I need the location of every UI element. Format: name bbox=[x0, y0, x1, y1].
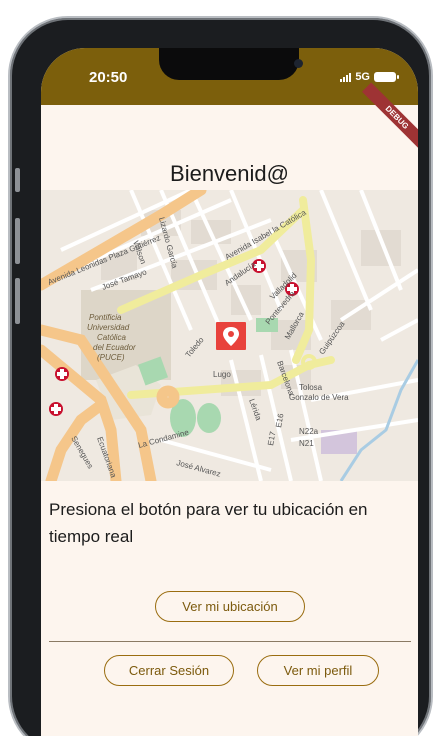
network-type: 5G bbox=[355, 71, 370, 83]
location-marker-icon bbox=[216, 322, 246, 350]
label-university-1: Pontificia bbox=[89, 313, 122, 322]
page-title: Bienvenid@ bbox=[170, 161, 289, 186]
phone-frame: 20:50 5G DEBUG Bienvenid@ Avenida Isabel… bbox=[8, 16, 433, 736]
volume-down-button bbox=[15, 278, 20, 324]
screen: 20:50 5G DEBUG Bienvenid@ Avenida Isabel… bbox=[41, 48, 418, 736]
label-university-4: del Ecuador bbox=[93, 343, 136, 352]
mute-switch bbox=[15, 168, 20, 192]
cerrar-sesion-button[interactable]: Cerrar Sesión bbox=[104, 655, 234, 686]
status-bar: 20:50 5G bbox=[41, 48, 418, 105]
status-icons: 5G bbox=[340, 71, 399, 83]
divider bbox=[49, 641, 411, 642]
label-n21: N21 bbox=[299, 439, 314, 448]
label-tolosa: Tolosa bbox=[299, 383, 323, 392]
status-time: 20:50 bbox=[89, 69, 128, 86]
notch bbox=[159, 48, 303, 80]
label-lugo: Lugo bbox=[213, 370, 231, 379]
volume-up-button bbox=[15, 218, 20, 264]
label-university-3: Católica bbox=[97, 333, 126, 342]
label-n22a: N22a bbox=[299, 427, 319, 436]
label-university-2: Universidad bbox=[87, 323, 130, 332]
info-text: Presiona el botón para ver tu ubicación … bbox=[49, 500, 368, 546]
ver-ubicacion-button[interactable]: Ver mi ubicación bbox=[155, 591, 305, 622]
signal-icon bbox=[340, 72, 352, 82]
label-university-5: (PUCE) bbox=[97, 353, 125, 362]
battery-icon bbox=[374, 72, 399, 82]
ver-perfil-button[interactable]: Ver mi perfil bbox=[257, 655, 379, 686]
map-view[interactable]: Avenida Isabel la Católica Pontificia Un… bbox=[41, 190, 418, 481]
label-gonzalo: Gonzalo de Vera bbox=[289, 393, 349, 402]
camera-icon bbox=[294, 59, 303, 68]
